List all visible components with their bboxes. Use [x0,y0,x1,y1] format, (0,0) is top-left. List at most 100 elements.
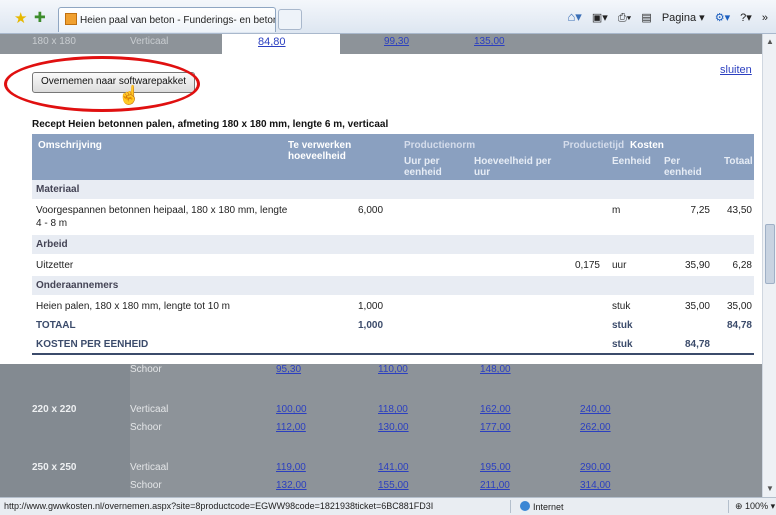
price-link[interactable]: 262,00 [580,422,611,433]
scroll-up-icon[interactable]: ▲ [764,36,776,48]
command-bar: ⌂▾ ▣▾ ⎙▾ ▤ Pagina ▾ ⚙▾ ?▾ » [560,9,768,25]
zoom-level[interactable]: ⊕ 100% ▾ [735,501,775,512]
header-per-eenheid: eenheid [664,167,702,178]
add-favorite-icon[interactable]: ✚ [34,9,46,26]
red-highlight-circle [4,56,200,112]
selected-price-tab: 84,80 [222,34,340,56]
size-price-table: Schoor 95,30 110,00 148,00 220 x 220 Ver… [0,364,762,497]
header-productietijd: Productietijd [563,140,625,151]
price-link[interactable]: 135,00 [474,36,505,47]
row-description: Voorgespannen betonnen heipaal, 180 x 18… [36,205,288,216]
recipe-table: Omschrijving Te verwerken hoeveelheid Pr… [32,134,754,355]
vertical-scrollbar[interactable]: ▲ ▼ [762,34,776,497]
price-link[interactable]: 112,00 [276,422,306,433]
status-url: http://www.gwwkosten.nl/overnemen.aspx?s… [4,501,434,511]
size-table-top-row: 180 x 180 Verticaal 99,30 135,00 [0,34,762,54]
size-cell: 250 x 250 [32,462,77,473]
price-link[interactable]: 155,00 [378,480,409,491]
price-link[interactable]: 211,00 [480,480,510,491]
zoom-value: 100% [745,501,769,511]
price-link[interactable]: 240,00 [580,404,611,415]
help-icon[interactable]: ?▾ [740,12,752,24]
section-label: Arbeid [36,239,68,250]
orientation-cell: Schoor [130,364,162,375]
orientation-cell: Verticaal [130,36,169,47]
globe-icon [520,501,530,511]
recipe-table-header: Omschrijving Te verwerken hoeveelheid Pr… [32,134,754,180]
kosten-unit: stuk [612,339,633,350]
orientation-cell: Verticaal [130,462,169,473]
orientation-cell: Verticaal [130,404,169,415]
price-link[interactable]: 99,30 [384,36,409,47]
expand-icon[interactable]: » [762,12,768,24]
favorites-star-icon[interactable]: ★ [14,9,27,27]
row-total: 43,50 [726,205,752,216]
price-link[interactable]: 130,00 [378,422,409,433]
page-favicon-icon [65,13,77,25]
totaal-unit: stuk [612,320,633,331]
price-link[interactable]: 100,00 [276,404,307,415]
tab-title: Heien paal van beton - Funderings- en be… [80,15,275,26]
price-link[interactable]: 314,00 [580,480,611,491]
recipe-title: Recept Heien betonnen palen, afmeting 18… [32,119,389,130]
price-link[interactable]: 148,00 [480,364,511,375]
price-link[interactable]: 118,00 [378,404,408,415]
header-uur-per-eenheid: eenheid [404,167,442,178]
row-description: Uitzetter [36,260,74,271]
row-production-time: 0,175 [574,260,600,271]
totaal-total: 84,78 [726,320,752,331]
totaal-label: TOTAAL [36,320,76,331]
scroll-thumb[interactable] [765,224,775,284]
zone-label: Internet [533,502,564,512]
section-label: Materiaal [36,184,80,195]
row-price-per-unit: 35,90 [684,260,710,271]
price-link[interactable]: 290,00 [580,462,611,473]
header-te-verwerken: Te verwerken [288,140,352,151]
size-cell: 180 x 180 [32,36,76,47]
print-icon[interactable]: ⎙▾ [618,12,631,24]
price-link[interactable]: 177,00 [480,422,511,433]
feeds-icon[interactable]: ▣▾ [592,12,608,24]
page-menu[interactable]: ▤ Pagina ▾ [641,12,704,24]
tools-icon[interactable]: ⚙▾ [715,12,730,24]
price-link[interactable]: 95,30 [276,364,301,375]
price-link[interactable]: 119,00 [276,462,306,473]
size-cell: 220 x 220 [32,404,77,415]
price-link[interactable]: 132,00 [276,480,307,491]
size-column [0,364,130,497]
price-link[interactable]: 195,00 [480,462,511,473]
header-omschrijving: Omschrijving [38,140,102,151]
totaal-qty: 1,000 [358,320,384,331]
row-description: Heien palen, 180 x 180 mm, lengte tot 10… [36,301,231,312]
security-zone: Internet [520,501,564,512]
status-bar: http://www.gwwkosten.nl/overnemen.aspx?s… [0,497,776,515]
kosten-per-unit: 84,78 [684,339,710,350]
section-materiaal: Materiaal [32,180,754,199]
header-uur: uur [474,167,491,178]
header-eenheid: Eenheid [612,156,651,167]
header-per: Per [664,156,681,167]
price-link[interactable]: 110,00 [378,364,408,375]
row-unit: m [612,205,621,216]
scroll-down-icon[interactable]: ▼ [764,483,776,495]
close-link[interactable]: sluiten [720,64,752,76]
price-link[interactable]: 162,00 [480,404,511,415]
row-unit: uur [612,260,627,271]
section-onderaannemers: Onderaannemers [32,276,754,295]
home-icon[interactable]: ⌂▾ [567,9,581,24]
orientation-cell: Schoor [130,480,162,491]
orientation-cell: Schoor [130,422,162,433]
header-uur-per: Uur per [404,156,440,167]
price-link[interactable]: 141,00 [378,462,409,473]
header-totaal: Totaal [724,156,753,167]
new-tab-button[interactable] [278,9,302,30]
header-kosten: Kosten [630,140,664,151]
table-row-materiaal: Voorgespannen betonnen heipaal, 180 x 18… [32,199,754,235]
table-row-arbeid: Uitzetter 0,175 uur 35,90 6,28 [32,254,754,276]
row-price-per-unit: 7,25 [690,205,710,216]
browser-toolbar: ★ ✚ Heien paal van beton - Funderings- e… [0,0,776,34]
browser-tab[interactable]: Heien paal van beton - Funderings- en be… [58,7,276,32]
row-qty: 6,000 [358,205,384,216]
selected-price-link[interactable]: 84,80 [258,36,286,48]
row-unit: stuk [612,301,631,312]
